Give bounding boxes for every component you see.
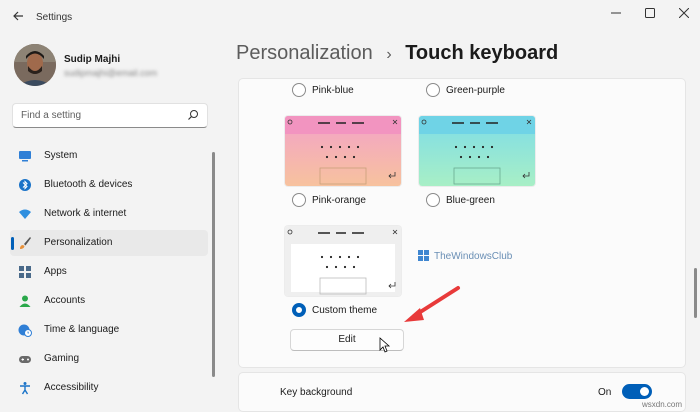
radio-custom-theme[interactable] bbox=[292, 303, 306, 317]
sidebar-item-time-language[interactable]: Time & language bbox=[10, 317, 208, 343]
close-icon bbox=[679, 8, 689, 18]
breadcrumb-parent[interactable]: Personalization bbox=[236, 42, 373, 64]
sidebar-item-label: Time & language bbox=[44, 324, 120, 335]
gamepad-icon bbox=[19, 356, 31, 363]
sidebar-scrollbar[interactable] bbox=[212, 152, 215, 377]
person-icon bbox=[19, 295, 31, 307]
radio-pink-blue[interactable] bbox=[292, 83, 306, 97]
watermark-text: TheWindowsClub bbox=[434, 251, 513, 262]
main-scrollbar[interactable] bbox=[694, 268, 697, 318]
monitor-icon bbox=[19, 151, 31, 162]
sidebar-item-bluetooth[interactable]: Bluetooth & devices bbox=[10, 172, 208, 198]
search-placeholder: Find a setting bbox=[21, 110, 82, 121]
key-background-label: Key background bbox=[280, 387, 353, 398]
title-bar: Settings bbox=[0, 0, 700, 36]
breadcrumb: Personalization › Touch keyboard bbox=[236, 42, 558, 65]
theme-preview-pink-orange[interactable] bbox=[285, 116, 401, 186]
back-button[interactable] bbox=[10, 9, 26, 25]
active-indicator bbox=[11, 237, 14, 250]
radio-green-purple[interactable] bbox=[426, 83, 440, 97]
toggle-state-label: On bbox=[598, 387, 612, 398]
sidebar-item-network[interactable]: Network & internet bbox=[10, 201, 208, 227]
sidebar-item-label: Accounts bbox=[44, 295, 86, 306]
close-button[interactable] bbox=[672, 5, 696, 21]
sidebar-item-label: Network & internet bbox=[44, 208, 127, 219]
sidebar-item-accessibility[interactable]: Accessibility bbox=[10, 375, 208, 401]
radio-label-custom-theme: Custom theme bbox=[312, 305, 378, 316]
radio-label-pink-blue: Pink-blue bbox=[312, 85, 354, 96]
minimize-icon bbox=[611, 12, 621, 14]
radio-pink-orange[interactable] bbox=[292, 193, 306, 207]
apps-icon bbox=[19, 266, 31, 278]
sidebar-item-gaming[interactable]: Gaming bbox=[10, 346, 208, 372]
sidebar-item-personalization[interactable]: Personalization bbox=[10, 230, 208, 256]
radio-label-pink-orange: Pink-orange bbox=[312, 195, 366, 206]
sidebar-item-system[interactable]: System bbox=[10, 143, 208, 169]
theme-preview-custom[interactable] bbox=[285, 226, 401, 296]
page-title: Touch keyboard bbox=[405, 42, 559, 64]
search-input[interactable]: Find a setting bbox=[12, 103, 208, 128]
breadcrumb-separator: › bbox=[386, 46, 392, 63]
sidebar-item-label: Bluetooth & devices bbox=[44, 179, 133, 190]
sidebar-item-label: Apps bbox=[44, 266, 67, 277]
brush-icon bbox=[20, 237, 31, 249]
search-icon bbox=[188, 110, 198, 120]
radio-label-blue-green: Blue-green bbox=[446, 195, 495, 206]
bluetooth-icon bbox=[19, 179, 31, 191]
maximize-button[interactable] bbox=[638, 5, 662, 21]
key-background-toggle[interactable] bbox=[622, 384, 652, 399]
sidebar-item-label: System bbox=[44, 150, 78, 161]
toggle-knob bbox=[640, 387, 649, 396]
watermark-logo-icon bbox=[418, 250, 429, 261]
globe-clock-icon bbox=[18, 324, 32, 337]
sidebar-item-accounts[interactable]: Accounts bbox=[10, 288, 208, 314]
site-watermark: wsxdn.com bbox=[642, 400, 683, 409]
key-background-row: Key background On bbox=[238, 372, 686, 412]
accessibility-icon bbox=[20, 382, 30, 395]
user-name: Sudip Majhi bbox=[64, 54, 121, 65]
wifi-icon bbox=[19, 209, 31, 219]
maximize-icon bbox=[645, 8, 655, 18]
sidebar-item-label: Accessibility bbox=[44, 382, 99, 393]
sidebar-item-label: Gaming bbox=[44, 353, 80, 364]
app-title: Settings bbox=[36, 12, 73, 23]
avatar bbox=[14, 44, 56, 86]
radio-label-green-purple: Green-purple bbox=[446, 85, 505, 96]
back-arrow-icon bbox=[13, 11, 23, 21]
sidebar-item-apps[interactable]: Apps bbox=[10, 259, 208, 285]
annotation-arrow-icon bbox=[404, 286, 460, 322]
sidebar-item-label: Personalization bbox=[44, 237, 113, 248]
minimize-button[interactable] bbox=[604, 5, 628, 21]
user-email: sudipmajhi@email.com bbox=[64, 68, 158, 78]
radio-blue-green[interactable] bbox=[426, 193, 440, 207]
mouse-cursor-icon bbox=[379, 337, 391, 353]
theme-preview-blue-green[interactable] bbox=[419, 116, 535, 186]
